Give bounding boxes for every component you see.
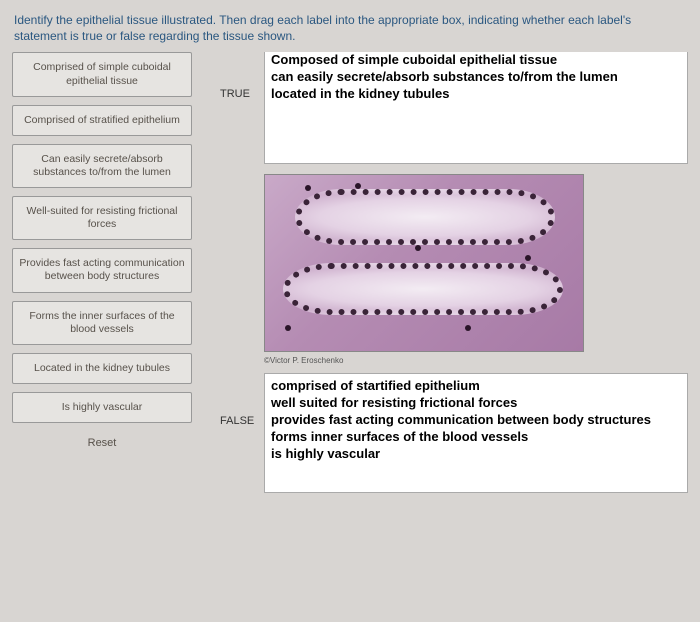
label-kidney-tubules[interactable]: Located in the kidney tubules (12, 353, 192, 384)
nucleus-dot (415, 245, 421, 251)
false-header: FALSE (220, 373, 264, 427)
nucleus-dot (305, 185, 311, 191)
false-answer-line: is highly vascular (271, 446, 681, 463)
label-simple-cuboidal[interactable]: Comprised of simple cuboidal epithelial … (12, 52, 192, 96)
label-blood-vessels[interactable]: Forms the inner surfaces of the blood ve… (12, 301, 192, 345)
false-answer-line: forms inner surfaces of the blood vessel… (271, 429, 681, 446)
nucleus-dot (285, 325, 291, 331)
label-secrete-absorb[interactable]: Can easily secrete/absorb substances to/… (12, 144, 192, 188)
label-vascular[interactable]: Is highly vascular (12, 392, 192, 423)
nucleus-dot (525, 255, 531, 261)
instructions-text: Identify the epithelial tissue illustrat… (0, 0, 700, 52)
nucleus-dot (465, 325, 471, 331)
work-area: Comprised of simple cuboidal epithelial … (0, 52, 700, 503)
true-answer-line: can easily secrete/absorb substances to/… (271, 69, 681, 86)
true-answer-line: located in the kidney tubules (271, 86, 681, 103)
false-drop-box[interactable]: comprised of startified epithelium well … (264, 373, 688, 493)
false-answer-line: well suited for resisting frictional for… (271, 395, 681, 412)
label-stratified[interactable]: Comprised of stratified epithelium (12, 105, 192, 136)
false-answer-line: comprised of startified epithelium (271, 378, 681, 395)
histology-image (264, 174, 584, 352)
tubule-structure (283, 263, 563, 315)
tubule-structure (295, 189, 555, 245)
true-row: TRUE Composed of simple cuboidal epithel… (220, 52, 688, 164)
labels-column: Comprised of simple cuboidal epithelial … (12, 52, 192, 503)
false-row: FALSE comprised of startified epithelium… (220, 373, 688, 493)
true-header: TRUE (220, 52, 264, 100)
label-frictional[interactable]: Well-suited for resisting frictional for… (12, 196, 192, 240)
image-credit: ©Victor P. Eroschenko (264, 356, 688, 365)
reset-button[interactable]: Reset (12, 437, 192, 449)
false-answer-line: provides fast acting communication betwe… (271, 412, 681, 429)
true-drop-box[interactable]: Composed of simple cuboidal epithelial t… (264, 52, 688, 164)
right-column: TRUE Composed of simple cuboidal epithel… (192, 52, 688, 503)
true-answer-line: Composed of simple cuboidal epithelial t… (271, 52, 681, 69)
label-communication[interactable]: Provides fast acting communication betwe… (12, 248, 192, 292)
